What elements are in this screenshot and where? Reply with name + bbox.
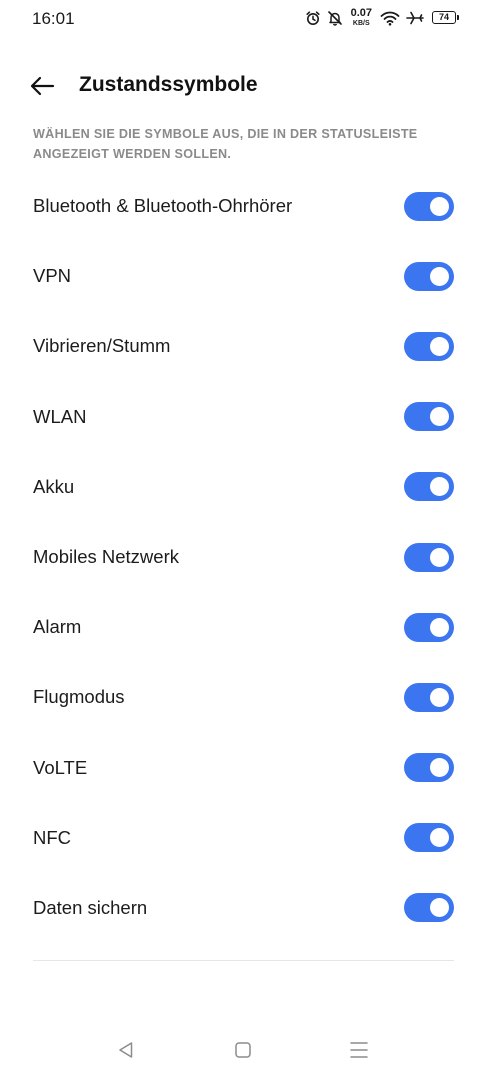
toggle-label: VoLTE — [33, 756, 88, 778]
home-square-icon — [235, 1042, 251, 1058]
toggle-row-vibrate-mute[interactable]: Vibrieren/Stumm — [0, 311, 486, 381]
toggle-row-airplane-mode[interactable]: Flugmodus — [0, 662, 486, 732]
toggle-row-volte[interactable]: VoLTE — [0, 733, 486, 803]
page-title: Zustandssymbole — [79, 73, 258, 96]
switch-knob — [430, 617, 449, 637]
menu-lines-icon — [350, 1042, 368, 1058]
toggle-label: WLAN — [33, 405, 87, 427]
toggle-label: VPN — [33, 265, 72, 287]
toggle-label: Vibrieren/Stumm — [33, 335, 171, 357]
switch-knob — [430, 898, 449, 918]
switch-knob — [430, 477, 449, 497]
status-time: 16:01 — [32, 9, 75, 28]
status-icons: 0.07 KB/S 74 — [305, 7, 459, 28]
status-bar: 16:01 0.07 KB/S 74 — [0, 0, 486, 38]
toggle-switch-airplane-mode[interactable] — [404, 682, 454, 712]
battery-icon: 74 — [432, 11, 459, 24]
switch-knob — [430, 407, 449, 427]
toggle-row-wlan[interactable]: WLAN — [0, 382, 486, 452]
nav-home-button[interactable] — [231, 1038, 255, 1062]
switch-knob — [430, 266, 449, 286]
system-nav-bar — [0, 1030, 486, 1070]
toggle-label: Alarm — [33, 616, 82, 638]
toggle-switch-wlan[interactable] — [404, 402, 454, 432]
toggle-switch-volte[interactable] — [404, 753, 454, 783]
network-speed-unit: KB/S — [352, 20, 370, 27]
toggle-switch-vibrate-mute[interactable] — [404, 331, 454, 361]
toggle-switch-mobile-network[interactable] — [404, 542, 454, 572]
toggle-row-mobile-network[interactable]: Mobiles Netzwerk — [0, 522, 486, 592]
arrow-left-icon — [30, 76, 55, 96]
toggle-row-data-saver[interactable]: Daten sichern — [0, 873, 486, 943]
toggle-row-bluetooth[interactable]: Bluetooth & Bluetooth-Ohrhörer — [0, 171, 486, 241]
switch-knob — [430, 687, 449, 707]
toggle-switch-alarm[interactable] — [404, 612, 454, 642]
toggle-switch-vpn[interactable] — [404, 261, 454, 291]
section-hint: WÄHLEN SIE DIE SYMBOLE AUS, DIE IN DER S… — [33, 127, 418, 161]
battery-level: 74 — [438, 12, 449, 22]
airplane-icon — [406, 10, 424, 26]
alarm-icon — [305, 10, 321, 26]
toggle-row-vpn[interactable]: VPN — [0, 241, 486, 311]
network-speed-value: 0.07 — [350, 7, 372, 19]
app-header: Zustandssymbole — [0, 58, 486, 114]
toggle-switch-nfc[interactable] — [404, 823, 454, 853]
nav-back-button[interactable] — [114, 1038, 138, 1062]
toggle-switch-bluetooth[interactable] — [404, 191, 454, 221]
toggle-label: Daten sichern — [33, 896, 148, 918]
switch-knob — [430, 547, 449, 567]
toggle-label: NFC — [33, 826, 72, 848]
toggle-label: Bluetooth & Bluetooth-Ohrhörer — [33, 195, 293, 217]
switch-knob — [430, 828, 449, 848]
switch-knob — [430, 758, 449, 778]
back-triangle-icon — [119, 1042, 133, 1058]
toggle-label: Mobiles Netzwerk — [33, 546, 179, 568]
toggle-switch-data-saver[interactable] — [404, 893, 454, 923]
network-speed: 0.07 KB/S — [350, 7, 372, 28]
switch-knob — [430, 196, 449, 216]
list-divider — [33, 960, 454, 961]
switch-knob — [430, 336, 449, 356]
toggle-row-alarm[interactable]: Alarm — [0, 592, 486, 662]
toggle-label: Akku — [33, 475, 75, 497]
status-icon-toggle-list: Bluetooth & Bluetooth-Ohrhörer VPN Vibri… — [0, 171, 486, 943]
toggle-label: Flugmodus — [33, 686, 125, 708]
back-button[interactable] — [26, 70, 58, 102]
wifi-icon — [380, 10, 400, 26]
bell-off-icon — [327, 10, 343, 26]
toggle-row-battery[interactable]: Akku — [0, 452, 486, 522]
toggle-switch-battery[interactable] — [404, 472, 454, 502]
toggle-row-nfc[interactable]: NFC — [0, 803, 486, 873]
nav-menu-button[interactable] — [347, 1038, 371, 1062]
